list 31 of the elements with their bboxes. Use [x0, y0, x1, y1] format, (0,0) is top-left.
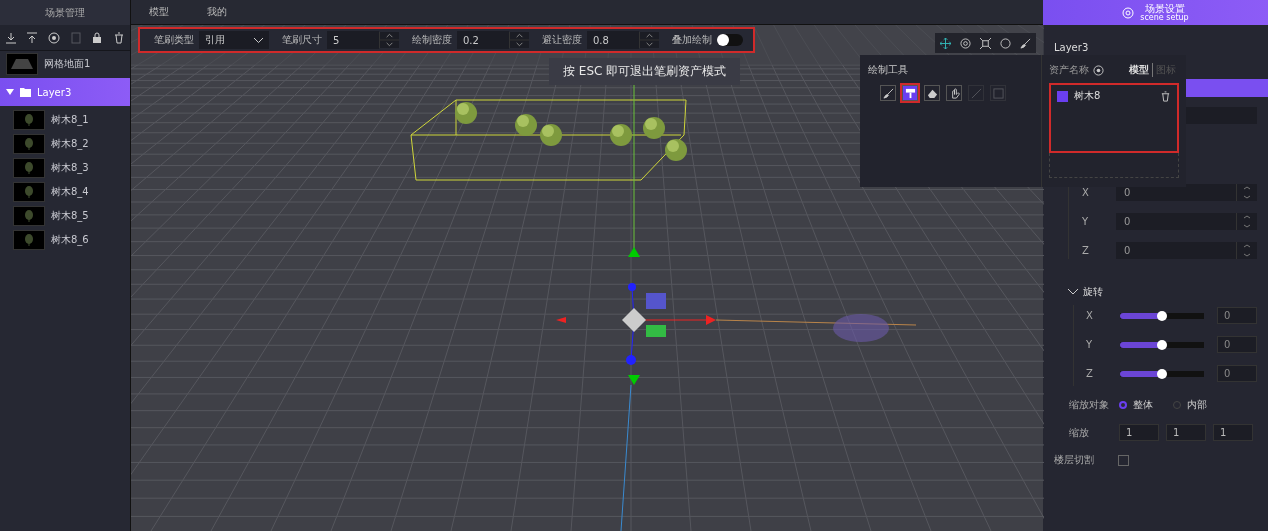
- item-label: 树木8_4: [51, 185, 89, 199]
- layer-name: Layer3: [1053, 41, 1090, 53]
- axis-label: X: [1086, 310, 1094, 321]
- axis-label: Z: [1086, 368, 1094, 379]
- field-label: 缩放对象: [1069, 398, 1110, 412]
- axis-label: Y: [1086, 339, 1094, 350]
- field-label: 避让密度: [542, 33, 582, 47]
- field-label: 缩放: [1069, 425, 1090, 440]
- section-title: 资产名称: [1049, 63, 1089, 77]
- asset-label: 树木8: [1074, 89, 1102, 103]
- item-label: 树木8_5: [51, 209, 89, 223]
- item-label: Layer3: [37, 86, 72, 98]
- field-label: 笔刷类型: [154, 33, 194, 47]
- item-label: 树木8_6: [51, 233, 89, 247]
- item-label: 树木8_3: [51, 161, 89, 175]
- axis-label: X: [1082, 187, 1090, 198]
- item-label: 网格地面1: [44, 56, 91, 71]
- section-title: 旋转: [1083, 285, 1103, 299]
- item-label: 树木8_2: [51, 137, 89, 151]
- hint-tooltip: 按 ESC 即可退出笔刷资产模式: [549, 58, 741, 85]
- axis-label: Y: [1082, 216, 1090, 227]
- item-label: 树木8_1: [51, 113, 89, 127]
- field-label: 笔刷尺寸: [282, 33, 322, 47]
- field-label: 叠加绘制: [672, 33, 712, 47]
- field-label: 绘制密度: [412, 33, 452, 47]
- panel-subtitle: scene setup: [1140, 13, 1189, 22]
- field-label: 楼层切割: [1054, 453, 1095, 467]
- panel-title: 场景设置: [1144, 3, 1185, 14]
- section-title: 绘制工具: [868, 63, 909, 77]
- axis-label: Z: [1082, 245, 1090, 256]
- panel-title: 场景管理: [0, 0, 130, 25]
